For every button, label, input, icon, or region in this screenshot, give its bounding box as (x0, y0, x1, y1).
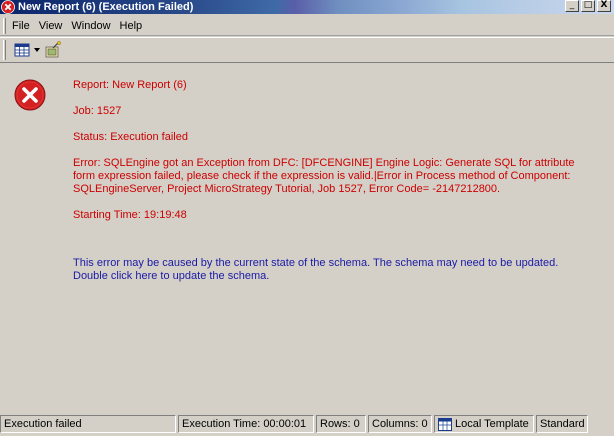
close-button[interactable]: X (597, 0, 611, 12)
status-bar: Execution failed Execution Time: 00:00:0… (0, 414, 614, 434)
toolbar-grip[interactable] (3, 40, 6, 60)
status-view: Standard (536, 415, 588, 433)
execution-status: Status: Execution failed (73, 131, 188, 143)
status-execution-time: Execution Time: 00:00:01 (178, 415, 314, 433)
status-state: Execution failed (0, 415, 176, 433)
error-title-icon (1, 0, 15, 14)
status-columns: Columns: 0 (368, 415, 432, 433)
maximize-button[interactable]: □ (581, 0, 595, 12)
view-dropdown-button[interactable] (34, 47, 40, 53)
menubar-grip[interactable] (3, 17, 6, 34)
report-content: Report: New Report (6) Job: 1527 Status:… (0, 64, 614, 410)
dropdown-arrow-icon (34, 48, 40, 52)
update-schema-link[interactable]: This error may be caused by the current … (73, 257, 593, 283)
menu-bar: File View Window Help (0, 16, 614, 36)
wizard-icon (45, 41, 61, 58)
grid-view-button[interactable] (14, 42, 30, 58)
report-name: Report: New Report (6) (73, 79, 187, 91)
menu-view[interactable]: View (39, 20, 63, 32)
menu-file[interactable]: File (12, 20, 30, 32)
menu-help[interactable]: Help (120, 20, 143, 32)
status-template-label: Local Template (455, 418, 529, 430)
error-message: Error: SQLEngine got an Exception from D… (73, 157, 575, 195)
error-icon (14, 79, 46, 111)
template-icon (438, 417, 452, 431)
job-number: Job: 1527 (73, 105, 122, 117)
minimize-button[interactable]: _ (565, 0, 579, 12)
title-bar[interactable]: New Report (6) (Execution Failed) _ □ X (0, 0, 614, 14)
grid-view-icon (14, 43, 30, 57)
starting-time: Starting Time: 19:19:48 (73, 209, 187, 221)
window-title: New Report (6) (Execution Failed) (18, 1, 194, 13)
wizard-button[interactable] (44, 41, 62, 59)
toolbar (0, 37, 614, 63)
menu-window[interactable]: Window (71, 20, 110, 32)
status-rows: Rows: 0 (316, 415, 366, 433)
status-template: Local Template (434, 415, 534, 433)
